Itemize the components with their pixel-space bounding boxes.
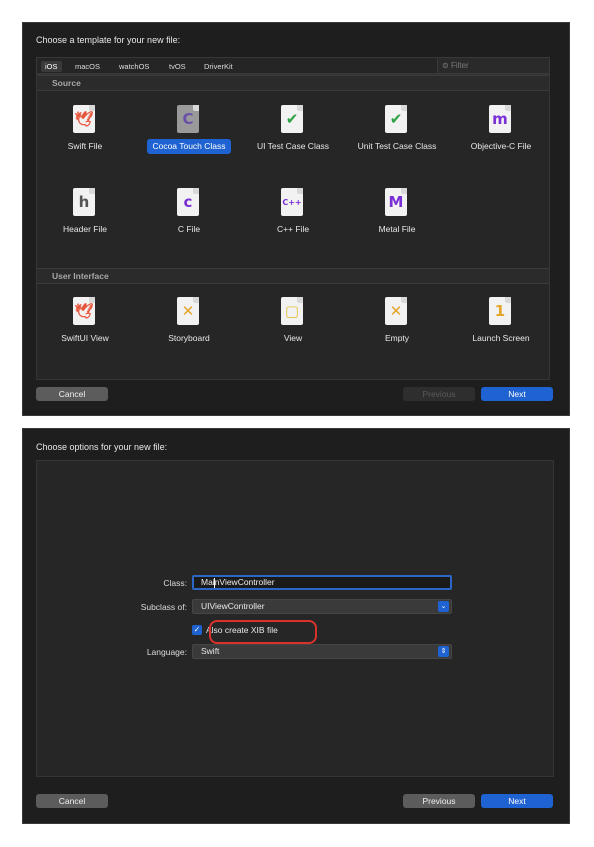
- class-label: Class:: [163, 578, 187, 588]
- class-name-value: MainViewController: [201, 577, 275, 587]
- panel-title: Choose options for your new file:: [36, 442, 168, 452]
- also-create-xib-checkbox[interactable]: ✓: [192, 625, 202, 635]
- storyboard-icon: ✕: [177, 297, 199, 325]
- chevron-down-icon: ⌄: [438, 601, 449, 612]
- template-item[interactable]: 1 Launch Screen: [453, 297, 549, 381]
- template-item-label: View: [283, 333, 303, 343]
- text-cursor: [214, 578, 215, 588]
- template-item-label: Objective-C File: [470, 141, 532, 151]
- tab-watchos[interactable]: watchOS: [115, 61, 153, 72]
- filter-placeholder: Filter: [450, 61, 469, 70]
- empty-xib-icon: ✕: [385, 297, 407, 325]
- template-item[interactable]: ✔ Unit Test Case Class: [349, 105, 445, 189]
- template-item[interactable]: m Objective-C File: [453, 105, 549, 189]
- template-item-label: SwiftUI View: [61, 333, 109, 343]
- template-item[interactable]: ✔ UI Test Case Class: [245, 105, 341, 189]
- c-file-icon: c: [177, 188, 199, 216]
- launch-screen-icon: 1: [489, 297, 511, 325]
- previous-button: Previous: [403, 387, 475, 401]
- cancel-button[interactable]: Cancel: [36, 387, 108, 401]
- template-item-label: Storyboard: [168, 333, 210, 343]
- section-header-source: Source: [37, 75, 549, 91]
- language-label: Language:: [146, 647, 187, 657]
- template-item[interactable]: ✕ Empty: [349, 297, 445, 381]
- template-item[interactable]: C++ C++ File: [245, 188, 341, 272]
- template-item[interactable]: ▢ View: [245, 297, 341, 381]
- up-down-chevron-icon: ⇕: [438, 646, 449, 657]
- subclass-value: UIViewController: [201, 601, 265, 611]
- class-name-field[interactable]: MainViewController: [192, 575, 452, 590]
- template-item-label: Cocoa Touch Class: [147, 139, 231, 154]
- options-area: Class: MainViewController Subclass of: U…: [36, 460, 554, 777]
- tab-driverkit[interactable]: DriverKit: [200, 61, 237, 72]
- xib-option-highlight-ring: [209, 620, 317, 644]
- subclass-label: Subclass of:: [140, 602, 187, 612]
- template-item-label: Launch Screen: [472, 333, 530, 343]
- template-item[interactable]: c C File: [141, 188, 237, 272]
- tab-tvos[interactable]: tvOS: [165, 61, 190, 72]
- template-item[interactable]: C Cocoa Touch Class: [141, 105, 237, 189]
- view-icon: ▢: [281, 297, 303, 325]
- tab-macos[interactable]: macOS: [71, 61, 104, 72]
- cocoa-touch-class-icon: C: [177, 105, 199, 133]
- platform-tab-bar: iOS macOS watchOS tvOS DriverKit ⊜ Filte…: [36, 57, 550, 74]
- header-file-icon: h: [73, 188, 95, 216]
- template-item[interactable]: 🕊 Swift File: [37, 105, 133, 189]
- panel-title: Choose a template for your new file:: [36, 35, 181, 45]
- next-button[interactable]: Next: [481, 794, 553, 808]
- objective-c-icon: m: [489, 105, 511, 133]
- swiftui-view-icon: 🕊: [73, 297, 95, 325]
- template-item-label: Unit Test Case Class: [357, 141, 437, 151]
- filter-field[interactable]: ⊜ Filter: [437, 58, 549, 73]
- swift-icon: 🕊: [73, 105, 95, 133]
- template-item-label: C++ File: [276, 224, 310, 234]
- template-item-label: C File: [177, 224, 201, 234]
- template-grid: Source User Interface 🕊 Swift File C Cocoa …: [36, 74, 550, 380]
- next-button[interactable]: Next: [481, 387, 553, 401]
- template-item-label: Header File: [63, 224, 107, 234]
- template-item-label: Empty: [384, 333, 410, 343]
- previous-button[interactable]: Previous: [403, 794, 475, 808]
- template-item-label: Swift File: [67, 141, 103, 151]
- template-item[interactable]: 🕊 SwiftUI View: [37, 297, 133, 381]
- metal-file-icon: M: [385, 188, 407, 216]
- language-popup[interactable]: Swift ⇕: [192, 644, 452, 659]
- template-chooser-panel: Choose a template for your new file: iOS…: [22, 22, 570, 416]
- language-value: Swift: [201, 646, 220, 656]
- cancel-button[interactable]: Cancel: [36, 794, 108, 808]
- template-item[interactable]: M Metal File: [349, 188, 445, 272]
- file-options-panel: Choose options for your new file: Class:…: [22, 428, 570, 824]
- cpp-file-icon: C++: [281, 188, 303, 216]
- tab-ios[interactable]: iOS: [41, 61, 62, 72]
- subclass-popup[interactable]: UIViewController ⌄: [192, 599, 452, 614]
- template-item-label: Metal File: [378, 224, 416, 234]
- unit-test-case-icon: ✔: [385, 105, 407, 133]
- filter-icon: ⊜: [442, 61, 451, 70]
- template-item[interactable]: h Header File: [37, 188, 133, 272]
- template-item-label: UI Test Case Class: [256, 141, 330, 151]
- template-item[interactable]: ✕ Storyboard: [141, 297, 237, 381]
- ui-test-case-icon: ✔: [281, 105, 303, 133]
